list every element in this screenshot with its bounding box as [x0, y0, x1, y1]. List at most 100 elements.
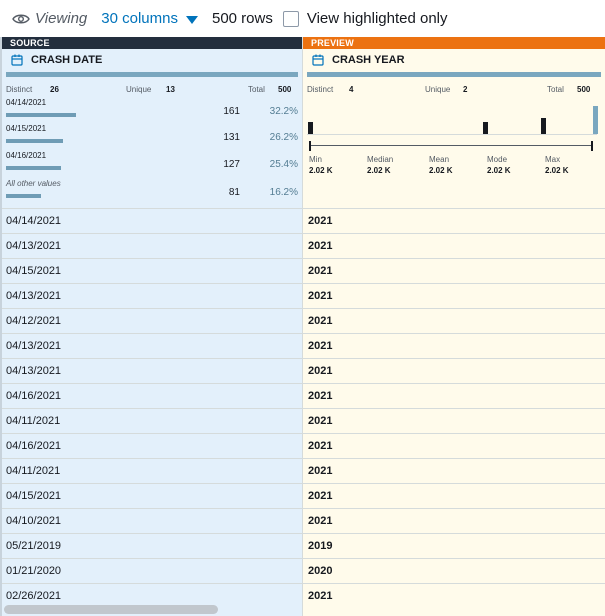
table-cell[interactable]: 04/11/2021	[2, 408, 302, 433]
histogram-baseline	[307, 134, 597, 135]
top-value-bar	[6, 194, 41, 198]
summary-stat-label: Mode	[487, 155, 508, 164]
top-value-count: 81	[228, 187, 240, 198]
summary-stat-value: 2.02 K	[309, 166, 333, 175]
table-cell[interactable]: 04/13/2021	[2, 283, 302, 308]
top-value-percent: 26.2%	[269, 132, 298, 143]
table-cell[interactable]: 04/14/2021	[2, 208, 302, 233]
summary-stat-label: Mean	[429, 155, 450, 164]
top-value-percent: 16.2%	[269, 187, 298, 198]
summary-stat-max: Max 2.02 K	[545, 155, 569, 175]
table-cell[interactable]: 04/12/2021	[2, 308, 302, 333]
histogram-bar	[541, 118, 546, 134]
caret-down-icon	[185, 15, 198, 24]
top-value-row[interactable]: 04/15/2021 131 26.2%	[6, 124, 302, 150]
summary-stat-label: Min	[309, 155, 322, 164]
distinct-label: Distinct	[6, 85, 33, 94]
calendar-icon	[11, 54, 23, 66]
top-value-label: 04/14/2021	[6, 98, 47, 107]
table-cell[interactable]: 2021	[303, 458, 605, 483]
rows-count: 500 rows	[211, 10, 273, 27]
top-value-label: 04/15/2021	[6, 124, 47, 133]
table-cell[interactable]: 2021	[303, 283, 605, 308]
preview-cells: 2021 2021 2021 2021 2021 2021 2021 2021 2021 2021…	[303, 208, 605, 608]
table-cell[interactable]: 2021	[303, 258, 605, 283]
top-value-count: 161	[223, 106, 240, 117]
table-cell[interactable]: 2021	[303, 233, 605, 258]
summary-stat-mean: Mean 2.02 K	[429, 155, 453, 175]
source-column-name: CRASH DATE	[31, 54, 103, 66]
highlighted-only-checkbox[interactable]	[282, 10, 299, 27]
table-cell[interactable]: 2021	[303, 383, 605, 408]
table-cell[interactable]: 04/11/2021	[2, 458, 302, 483]
table-cell[interactable]: 2019	[303, 533, 605, 558]
top-value-bar	[6, 113, 76, 117]
preview-stats: Distinct 4 Unique 2 Total 500 Min 2.02 KM…	[303, 77, 605, 213]
table-cell[interactable]: 2021	[303, 308, 605, 333]
distinct-value: 26	[50, 85, 59, 94]
top-value-row[interactable]: 04/16/2021 127 25.4%	[6, 151, 302, 177]
range-min-handle[interactable]	[309, 141, 311, 151]
table-cell[interactable]: 05/21/2019	[2, 533, 302, 558]
table-cell[interactable]: 04/10/2021	[2, 508, 302, 533]
source-band: SOURCE	[2, 37, 302, 49]
table-cell[interactable]: 04/15/2021	[2, 483, 302, 508]
total-label: Total	[248, 85, 265, 94]
table-cell[interactable]: 04/13/2021	[2, 358, 302, 383]
table-cell[interactable]: 2021	[303, 208, 605, 233]
summary-stat-value: 2.02 K	[545, 166, 569, 175]
table-cell[interactable]: 04/13/2021	[2, 333, 302, 358]
table-cell[interactable]: 01/21/2020	[2, 558, 302, 583]
top-value-bar	[6, 166, 61, 170]
unique-value: 2	[463, 85, 468, 94]
top-value-percent: 32.2%	[269, 106, 298, 117]
histogram-bar	[593, 106, 598, 134]
unique-label: Unique	[126, 85, 152, 94]
table-cell[interactable]: 2021	[303, 433, 605, 458]
top-value-count: 131	[223, 132, 240, 143]
summary-stat-value: 2.02 K	[487, 166, 511, 175]
highlighted-only-label[interactable]: View highlighted only	[307, 10, 448, 27]
viewing-label: Viewing	[35, 10, 88, 27]
columns-dropdown[interactable]: 30 columns	[101, 10, 198, 27]
total-value: 500	[278, 85, 292, 94]
range-slider[interactable]	[309, 141, 593, 151]
table-cell[interactable]: 04/13/2021	[2, 233, 302, 258]
summary-stat-value: 2.02 K	[367, 166, 391, 175]
eye-icon	[12, 14, 30, 23]
range-track	[309, 145, 593, 146]
table-cell[interactable]: 04/16/2021	[2, 433, 302, 458]
table-cell[interactable]: 2021	[303, 508, 605, 533]
preview-column[interactable]: PREVIEW CRASH YEAR Distinct 4 Unique 2 T…	[302, 37, 605, 616]
table-cell[interactable]: 04/15/2021	[2, 258, 302, 283]
table-cell[interactable]: 2020	[303, 558, 605, 583]
range-max-handle[interactable]	[591, 141, 593, 151]
top-value-row[interactable]: All other values 81 16.2%	[6, 179, 302, 205]
horizontal-scrollbar[interactable]	[4, 605, 218, 614]
column-toolbar: Viewing 30 columns 500 rows View highlig…	[0, 0, 605, 37]
source-stats: Distinct 26 Unique 13 Total 500 04/14/20…	[2, 77, 302, 213]
table-cell[interactable]: 2021	[303, 333, 605, 358]
unique-label: Unique	[425, 85, 451, 94]
distinct-label: Distinct	[307, 85, 334, 94]
top-value-row[interactable]: 04/14/2021 161 32.2%	[6, 98, 302, 124]
top-value-bar	[6, 139, 63, 143]
preview-column-header[interactable]: CRASH YEAR	[303, 49, 605, 71]
table-cell[interactable]: 2021	[303, 583, 605, 608]
table-cell[interactable]: 2021	[303, 358, 605, 383]
preview-band: PREVIEW	[303, 37, 605, 49]
top-value-count: 127	[223, 159, 240, 170]
columns-dropdown-label: 30 columns	[101, 10, 178, 27]
source-column[interactable]: SOURCE CRASH DATE Distinct 26 Unique 13 …	[0, 37, 302, 616]
preview-column-name: CRASH YEAR	[332, 54, 405, 66]
table-cell[interactable]: 2021	[303, 408, 605, 433]
table-cell[interactable]: 04/16/2021	[2, 383, 302, 408]
source-cells: 04/14/2021 04/13/2021 04/15/2021 04/13/2021…	[2, 208, 302, 608]
top-value-label: 04/16/2021	[6, 151, 47, 160]
calendar-icon	[312, 54, 324, 66]
summary-stat-min: Min 2.02 K	[309, 155, 333, 175]
year-histogram[interactable]	[307, 101, 598, 135]
table-cell[interactable]: 2021	[303, 483, 605, 508]
source-column-header[interactable]: CRASH DATE	[2, 49, 302, 71]
histogram-bar	[483, 122, 488, 134]
